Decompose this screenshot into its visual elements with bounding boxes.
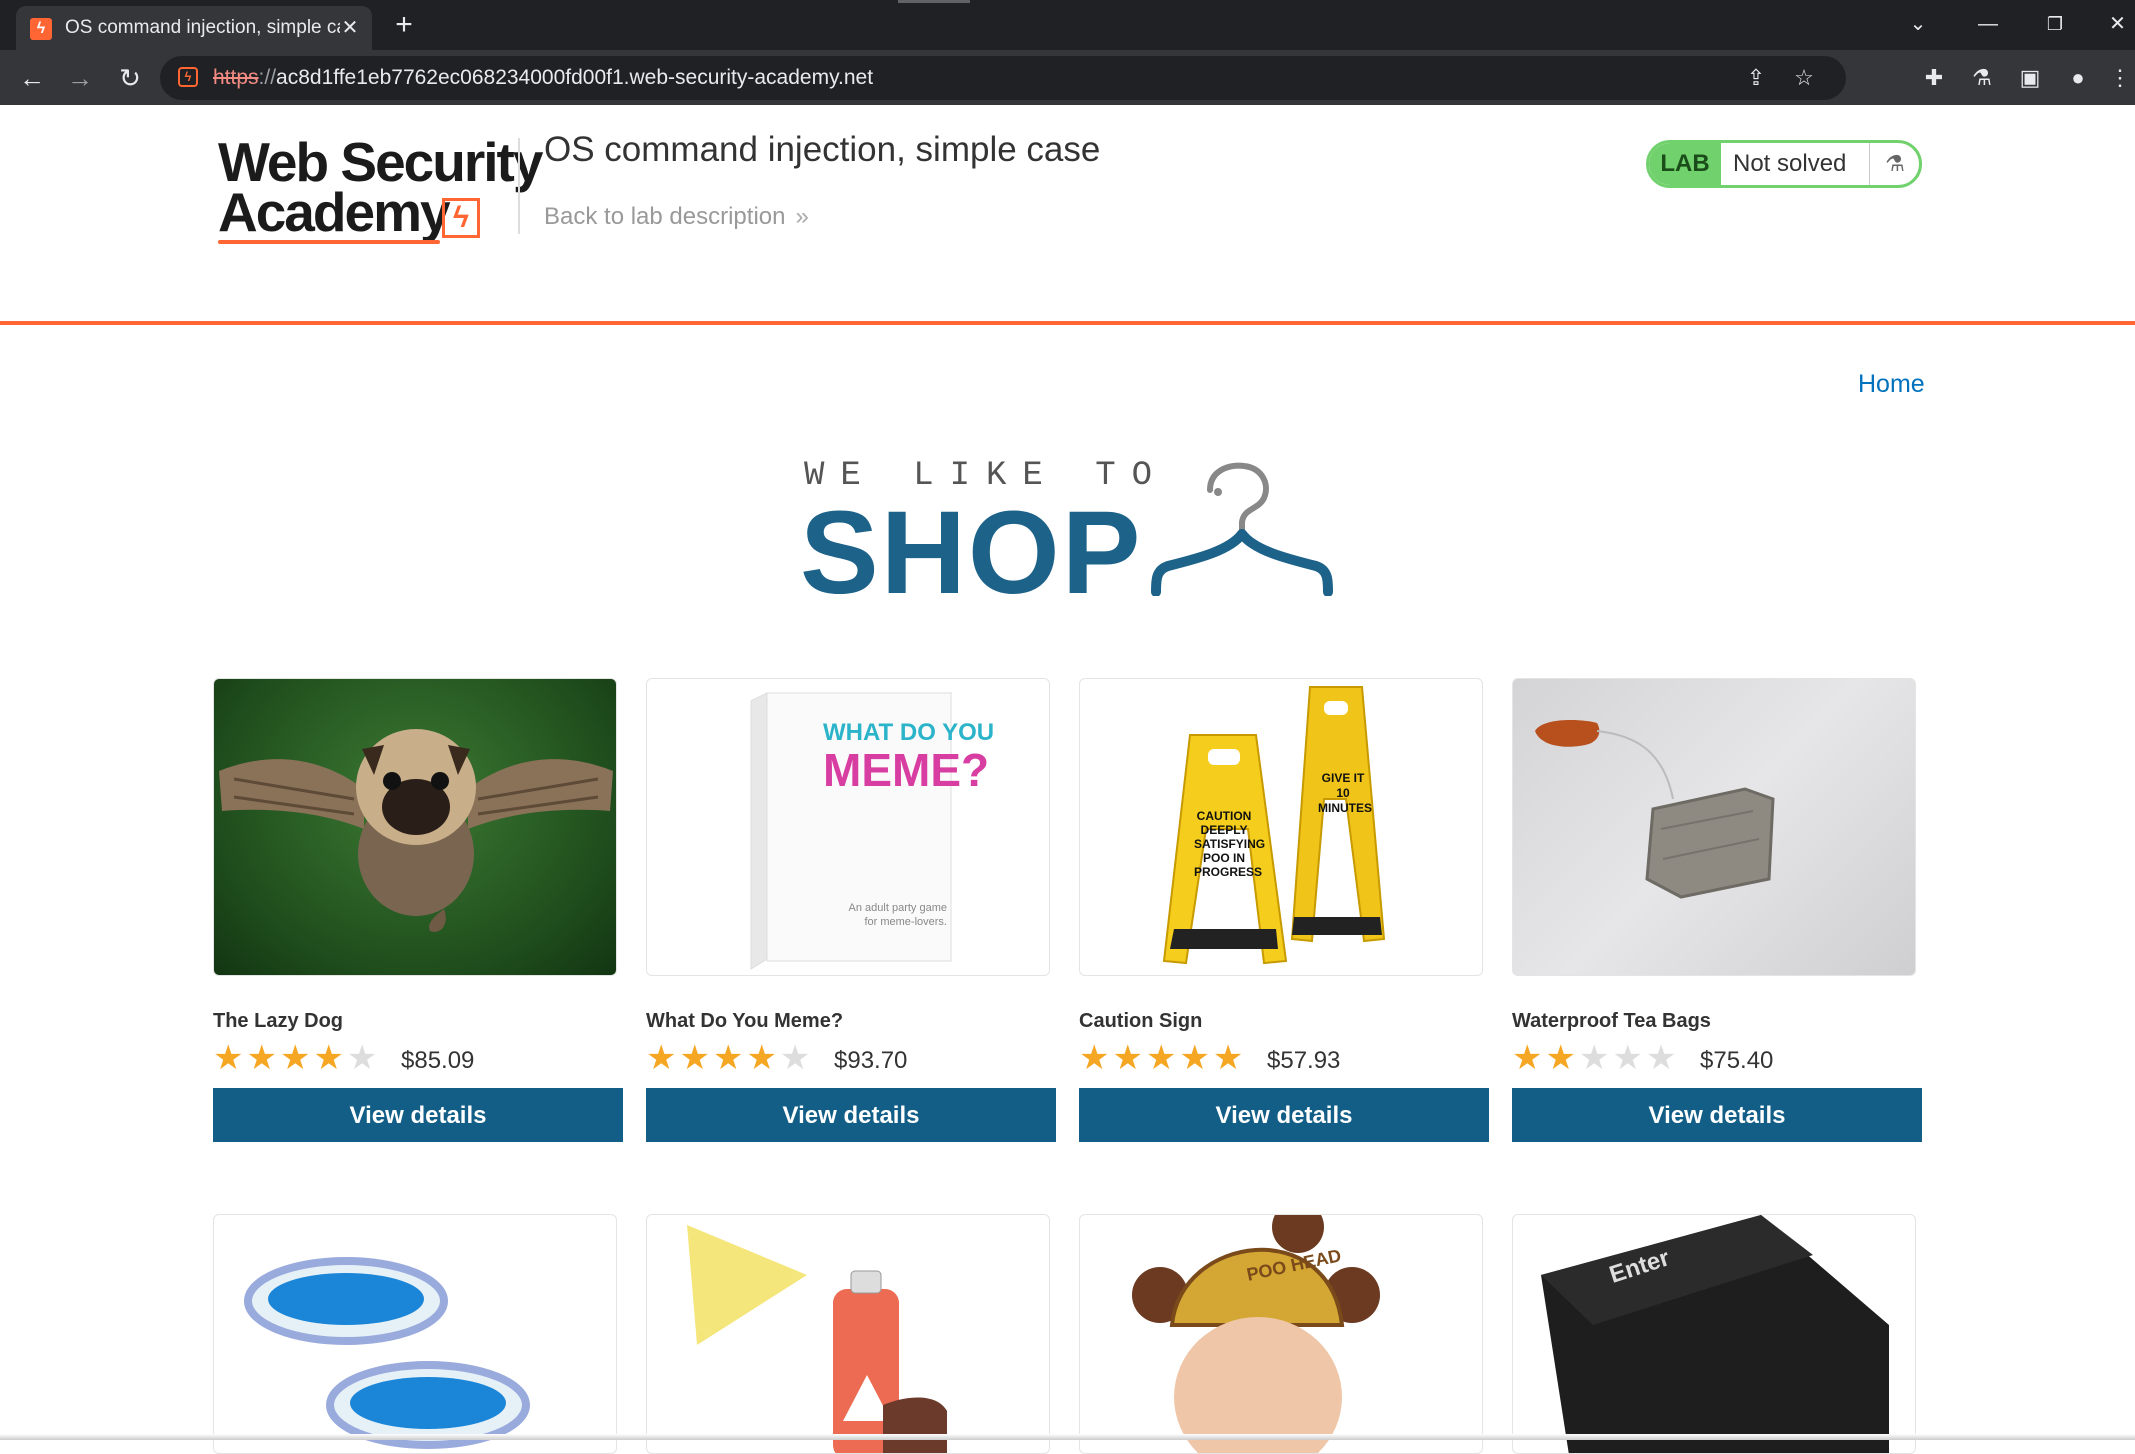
lab-status-text: Not solved bbox=[1733, 150, 1847, 177]
tab-strip-indicator bbox=[898, 0, 970, 3]
view-details-button[interactable]: View details bbox=[1512, 1088, 1922, 1142]
product-name: Waterproof Tea Bags bbox=[1512, 1010, 1711, 1032]
lab-status-badge: LAB bbox=[1649, 143, 1721, 185]
menu-kebab-icon[interactable]: ⋮ bbox=[2108, 62, 2132, 94]
reload-icon[interactable]: ↻ bbox=[112, 60, 148, 96]
site-info-icon[interactable]: ϟ bbox=[178, 67, 198, 87]
product-name: The Lazy Dog bbox=[213, 1010, 344, 1032]
restore-icon[interactable]: ❐ bbox=[2035, 8, 2075, 40]
spray-can-illustration bbox=[687, 1225, 947, 1453]
rating-stars: ★★★★★ bbox=[1512, 1039, 1680, 1077]
extensions-puzzle-icon[interactable]: ✚ bbox=[1918, 62, 1950, 94]
star-empty-icon: ★ bbox=[346, 1039, 381, 1077]
flask-icon: ⚗ bbox=[1869, 143, 1919, 185]
window-bottom-edge bbox=[0, 1434, 2135, 1440]
star-empty-icon: ★★★ bbox=[1578, 1039, 1680, 1077]
logo-text-line2: Academy bbox=[218, 181, 451, 243]
view-details-button[interactable]: View details bbox=[646, 1088, 1056, 1142]
tab-title: OS command injection, simple case bbox=[65, 17, 340, 38]
url-text[interactable]: https://ac8d1ffe1eb7762ec068234000fd00f1… bbox=[213, 65, 873, 91]
hanger-icon bbox=[1151, 462, 1333, 596]
logo-lightning-icon: ϟ bbox=[442, 198, 480, 238]
product-price: $85.09 bbox=[401, 1047, 475, 1074]
tab-search-chevron-icon[interactable]: ⌄ bbox=[1898, 8, 1938, 40]
view-details-button[interactable]: View details bbox=[213, 1088, 623, 1142]
header-orange-rule bbox=[0, 321, 2135, 325]
paddling-pool-illustration bbox=[244, 1257, 530, 1449]
profile-icon[interactable]: ● bbox=[2062, 62, 2094, 94]
product-card-poo-head[interactable]: POO HEAD bbox=[1079, 1214, 1483, 1454]
poo-head-hat-illustration bbox=[1132, 1215, 1380, 1453]
product-card-spray-can[interactable] bbox=[646, 1214, 1050, 1454]
browser-toolbar: ← → ↻ ϟ https://ac8d1ffe1eb7762ec0682340… bbox=[0, 50, 2135, 105]
product-price: $93.70 bbox=[834, 1047, 908, 1074]
star-icon: ★★ bbox=[1512, 1039, 1579, 1077]
side-panel-icon[interactable]: ▣ bbox=[2014, 62, 2046, 94]
caution-signs-illustration bbox=[1162, 686, 1386, 965]
forward-arrow-icon[interactable]: → bbox=[62, 60, 98, 96]
product-price: $75.40 bbox=[1700, 1047, 1774, 1074]
url-separator: :// bbox=[258, 66, 277, 89]
meme-box-sub-text: An adult party game for meme-lovers. bbox=[848, 902, 947, 928]
product-price: $57.93 bbox=[1267, 1047, 1341, 1074]
tea-bag-illustration bbox=[1535, 720, 1775, 899]
close-tab-icon[interactable]: ✕ bbox=[336, 14, 364, 42]
url-host: ac8d1ffe1eb7762ec068234000fd00f1.web-sec… bbox=[276, 66, 874, 89]
enter-key-illustration bbox=[1541, 1215, 1889, 1453]
bookmark-star-icon[interactable]: ☆ bbox=[1790, 64, 1818, 92]
back-arrow-icon[interactable]: ← bbox=[14, 60, 50, 96]
lightning-favicon-icon: ϟ bbox=[30, 18, 52, 40]
banner-shop-word: SHOP bbox=[800, 487, 1143, 619]
share-icon[interactable]: ⇪ bbox=[1742, 64, 1770, 92]
product-image[interactable]: CAUTION DEEPLY SATISFYING POO IN PROGRES… bbox=[1079, 678, 1483, 976]
caution-sign-left-text: CAUTION DEEPLY SATISFYING POO IN PROGRES… bbox=[1194, 809, 1266, 879]
rating-stars: ★★★★★ bbox=[646, 1039, 814, 1077]
product-card-paddling-pools[interactable] bbox=[213, 1214, 617, 1454]
star-icon: ★★★★ bbox=[213, 1039, 347, 1077]
back-to-lab-description-link[interactable]: Back to lab description » bbox=[544, 201, 809, 233]
star-icon: ★★★★ bbox=[646, 1039, 780, 1077]
meme-box-main-text: MEME? bbox=[823, 744, 990, 796]
header-divider bbox=[518, 138, 520, 234]
product-image[interactable]: WHAT DO YOU MEME? An adult party game fo… bbox=[646, 678, 1050, 976]
star-icon: ★★★★★ bbox=[1079, 1039, 1247, 1077]
rating-stars: ★★★★★ bbox=[1079, 1039, 1247, 1077]
minimize-icon[interactable]: — bbox=[1968, 8, 2008, 40]
url-scheme: https bbox=[213, 66, 259, 89]
new-tab-button[interactable]: + bbox=[388, 10, 420, 42]
logo-underline bbox=[218, 240, 440, 244]
rating-stars: ★★★★★ bbox=[213, 1039, 381, 1077]
home-link[interactable]: Home bbox=[1858, 368, 1925, 400]
lab-title: OS command injection, simple case bbox=[544, 130, 1101, 169]
product-name: Caution Sign bbox=[1079, 1010, 1203, 1032]
web-security-academy-logo[interactable]: Web Security Academy ϟ bbox=[214, 132, 543, 248]
back-link-label: Back to lab description bbox=[544, 203, 786, 230]
caution-sign-right-text: GIVE IT 10 MINUTES bbox=[1318, 771, 1372, 815]
browser-tab-bar: ϟ OS command injection, simple case ✕ + … bbox=[0, 0, 2135, 50]
product-name: What Do You Meme? bbox=[646, 1010, 844, 1032]
product-card-enter-key[interactable]: Enter bbox=[1512, 1214, 1916, 1454]
browser-tab[interactable]: ϟ OS command injection, simple case ✕ bbox=[16, 6, 372, 50]
view-details-button[interactable]: View details bbox=[1079, 1088, 1489, 1142]
lab-status-widget: LAB Not solved ⚗ bbox=[1646, 140, 1922, 188]
double-chevron-right-icon: » bbox=[795, 203, 809, 230]
star-empty-icon: ★ bbox=[779, 1039, 814, 1077]
address-bar[interactable]: ϟ https://ac8d1ffe1eb7762ec068234000fd00… bbox=[160, 56, 1846, 100]
flying-pug-illustration bbox=[219, 729, 613, 932]
close-window-icon[interactable]: ✕ bbox=[2100, 8, 2135, 40]
lab-flask-icon[interactable]: ⚗ bbox=[1966, 62, 1998, 94]
product-image[interactable] bbox=[1512, 678, 1916, 976]
product-image[interactable] bbox=[213, 678, 617, 976]
